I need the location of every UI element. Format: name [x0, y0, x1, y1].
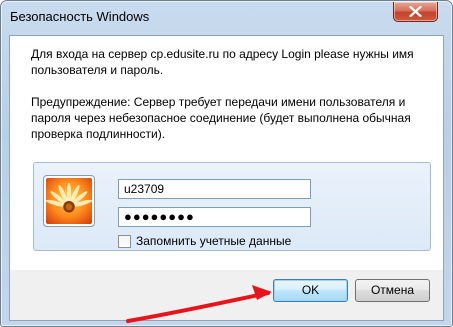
- window-title: Безопасность Windows: [10, 9, 150, 24]
- cancel-button[interactable]: Отмена: [355, 279, 430, 302]
- user-avatar: [43, 175, 95, 227]
- ok-button[interactable]: OK: [273, 279, 348, 302]
- server-message: Для входа на сервер cp.edusite.ru по адр…: [31, 47, 414, 77]
- close-icon: [409, 6, 422, 17]
- username-field[interactable]: u23709: [118, 179, 311, 199]
- dialog-body: Для входа на сервер cp.edusite.ru по адр…: [9, 35, 444, 321]
- credential-tile: u23709 ●●●●●●●● Запомнить учетные данные: [33, 162, 431, 251]
- password-field[interactable]: ●●●●●●●●: [118, 207, 311, 227]
- close-button[interactable]: [393, 2, 438, 22]
- title-bar[interactable]: Безопасность Windows: [1, 1, 452, 35]
- warning-message: Предупреждение: Сервер требует передачи …: [31, 95, 411, 141]
- content-area: Для входа на сервер cp.edusite.ru по адр…: [10, 36, 443, 270]
- flower-avatar-icon: [46, 178, 92, 224]
- remember-label[interactable]: Запомнить учетные данные: [136, 234, 291, 248]
- remember-checkbox[interactable]: [118, 235, 131, 248]
- dialog-window: Безопасность Windows Для входа на сервер…: [0, 0, 453, 327]
